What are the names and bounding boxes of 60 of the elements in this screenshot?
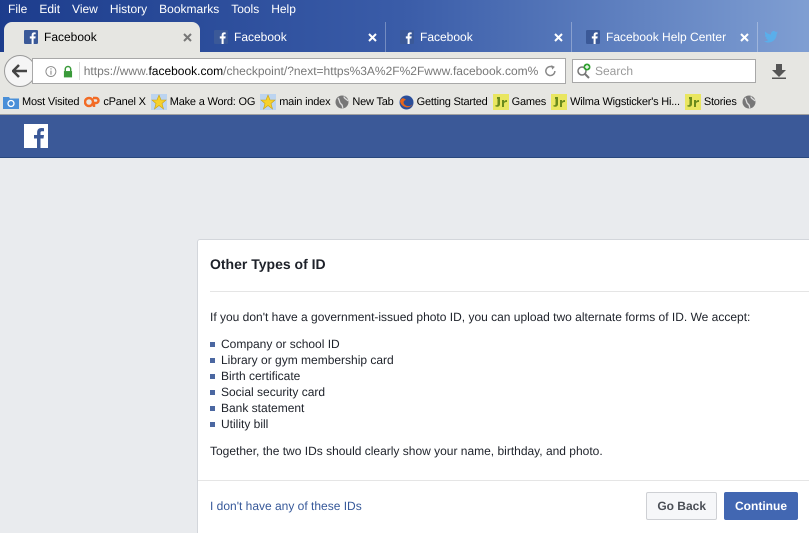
bullet-icon <box>210 422 215 426</box>
no-ids-link[interactable]: I don't have any of these IDs <box>210 497 362 515</box>
close-icon[interactable] <box>183 32 192 42</box>
star-icon <box>260 94 276 110</box>
bookmark-link[interactable]: cPanel X <box>103 94 146 110</box>
menu-item[interactable]: Tools <box>225 0 266 18</box>
lock-icon <box>62 64 73 78</box>
logo-icon <box>84 96 100 108</box>
menu-item[interactable]: Edit <box>33 0 66 18</box>
back-arrow-icon <box>12 64 28 78</box>
bookmark-link[interactable]: Most Visited <box>22 94 80 110</box>
bookmark-link[interactable]: Games <box>512 94 546 110</box>
bookmark-link[interactable]: Make a Word: OG <box>170 94 256 110</box>
jr-icon <box>492 94 509 110</box>
bullet-icon <box>210 374 215 378</box>
back-button[interactable]: Go Back <box>646 492 717 520</box>
list-item: Utility bill <box>221 416 268 432</box>
menu-item[interactable]: History <box>104 0 154 18</box>
logo-icon[interactable] <box>24 124 48 148</box>
facebook-icon <box>586 30 600 44</box>
reload-icon[interactable] <box>544 64 558 78</box>
menu-item[interactable]: Help <box>265 0 302 18</box>
bullet-icon <box>210 406 215 410</box>
info-icon[interactable] <box>45 64 57 78</box>
globe-icon <box>742 95 756 109</box>
bookmark-link[interactable]: Stories <box>704 94 737 110</box>
address-bar[interactable]: https://www.facebook.com/checkpoint/?next=https%3A%2F%2Fwww.facebook.com% <box>32 58 566 84</box>
list-item: Company or school ID <box>221 336 340 352</box>
facebook-icon <box>400 30 414 44</box>
menu-item[interactable]: View <box>66 0 104 18</box>
star-icon <box>150 94 167 110</box>
bookmark-link[interactable]: Getting Started <box>416 94 488 110</box>
intro-text: If you don't have a government-issued photo ID, you can upload two alternate forms of ID. We accept: <box>210 309 752 326</box>
list-item: Library or gym membership card <box>221 352 394 368</box>
bookmark-link[interactable]: main index <box>279 94 330 110</box>
url-text: https://www.facebook.com/checkpoint/?next=https%3A%2F%2Fwww.facebook.com% <box>78 62 538 80</box>
bullet-icon <box>210 342 215 346</box>
menu-item[interactable]: Bookmarks <box>153 0 226 18</box>
bullet-icon <box>210 390 215 394</box>
menu-item[interactable]: File <box>2 0 34 18</box>
bullet-icon <box>210 358 215 362</box>
globe-icon <box>335 95 350 109</box>
list-item: Birth certificate <box>221 368 300 384</box>
search-icon <box>576 63 592 79</box>
search-field[interactable]: Search <box>572 59 756 83</box>
bookmark-link[interactable]: New Tab <box>352 94 394 110</box>
continue-button[interactable]: Continue <box>724 492 798 520</box>
dialog-title: Other Types of ID <box>210 255 327 274</box>
facebook-icon <box>24 30 38 44</box>
bookmark-link[interactable]: Wilma Wigsticker's Hi... <box>570 94 680 110</box>
list-item: Bank statement <box>221 400 304 416</box>
fox-icon <box>398 94 414 110</box>
facebook-icon <box>214 30 228 44</box>
download-icon[interactable] <box>772 64 786 78</box>
jr-icon <box>684 94 701 110</box>
folder-icon <box>3 95 19 109</box>
note-text: Together, the two IDs should clearly show your name, birthday, and photo. <box>210 443 604 460</box>
browser-tab[interactable]: Facebook <box>4 22 200 52</box>
list-item: Social security card <box>221 384 326 400</box>
jr-icon <box>551 94 568 110</box>
